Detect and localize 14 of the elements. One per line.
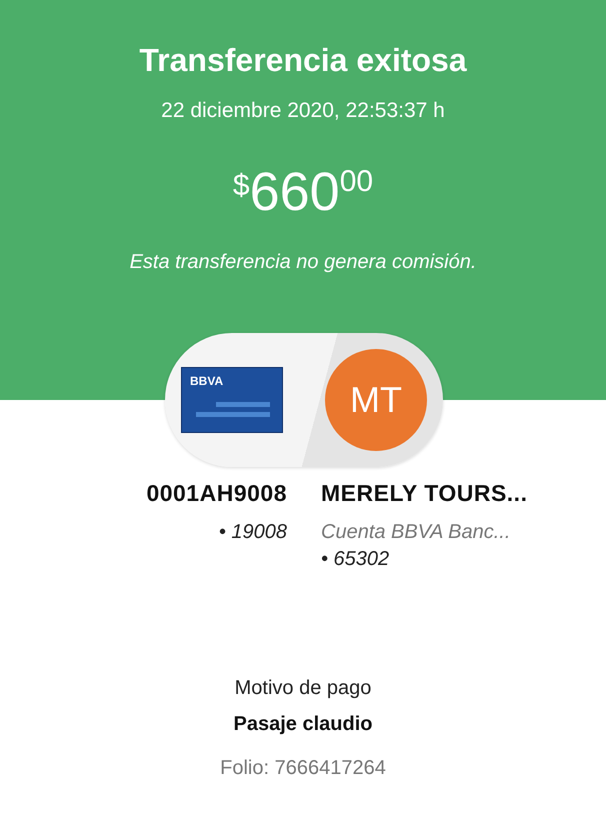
note: Esta transferencia no genera comisión. [130, 251, 476, 274]
recipient-name: MERELY TOURS... [321, 480, 528, 507]
payment-label: Motivo de pago [234, 677, 372, 700]
folio: Folio: 7666417264 [220, 757, 386, 780]
card-logo: BBVA [190, 374, 224, 388]
origin-detail: • 19008 [218, 521, 287, 544]
recipient-detail: • 65302 [321, 548, 390, 571]
recipient-bank: Cuenta BBVA Banc... [321, 521, 510, 544]
recipient-avatar: MT [325, 349, 427, 451]
origin-account: 0001AH9008 [146, 480, 287, 507]
date: 22 diciembre 2020, 22:53:37 h [161, 99, 445, 123]
title: Transferencia exitosa [139, 42, 467, 79]
payment-concept: Pasaje claudio [234, 713, 372, 736]
card-stripes-icon [196, 402, 270, 417]
